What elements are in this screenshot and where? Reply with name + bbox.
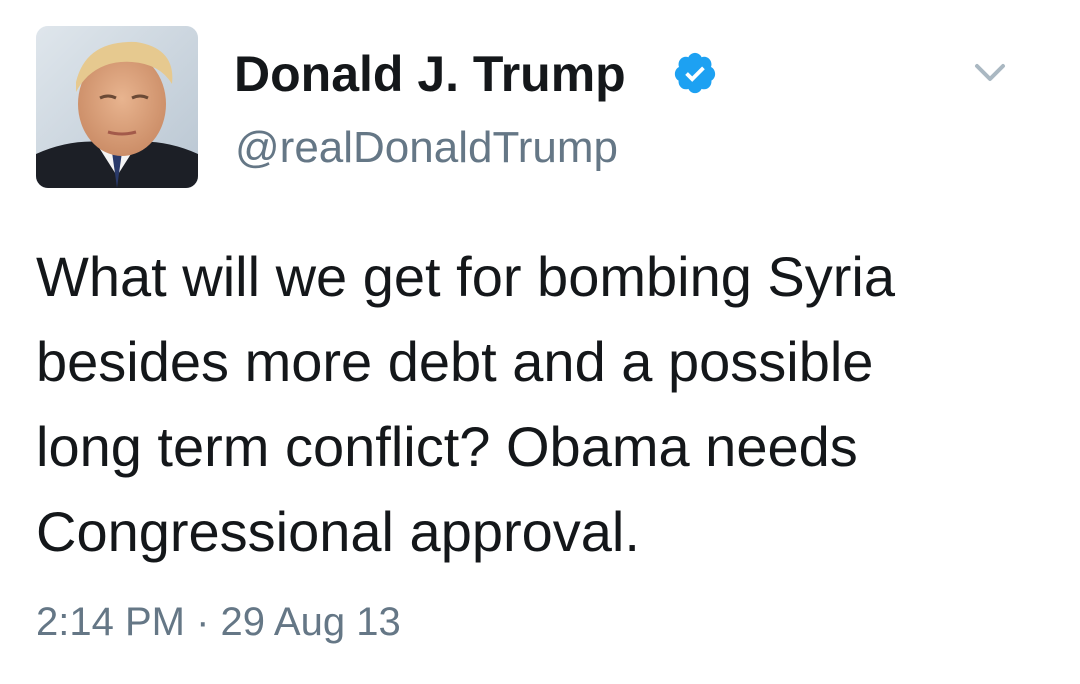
tweet-text: What will we get for bombing Syria besid… (36, 245, 896, 563)
verified-badge-icon (672, 50, 718, 96)
tweet-card: Donald J. Trump @realDonaldTrump What wi… (0, 0, 1080, 684)
user-handle[interactable]: @realDonaldTrump (235, 118, 618, 178)
avatar[interactable] (36, 26, 198, 188)
avatar-image (36, 26, 198, 188)
chevron-down-icon[interactable] (968, 50, 1012, 94)
display-name[interactable]: Donald J. Trump (234, 42, 626, 106)
tweet-timestamp[interactable]: 2:14 PM · 29 Aug 13 (36, 594, 401, 650)
